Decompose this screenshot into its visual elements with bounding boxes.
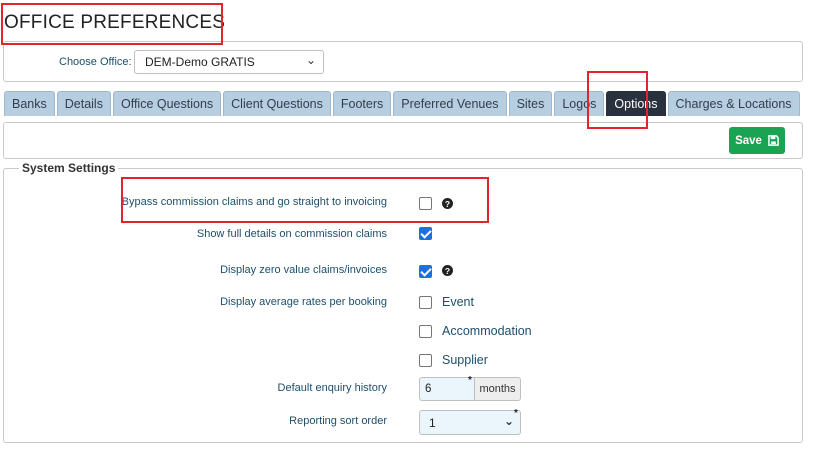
page-title: OFFICE PREFERENCES — [4, 12, 226, 33]
display-zero-value-label: Display zero value claims/invoices — [220, 264, 387, 276]
sort-order-select[interactable]: 1 ⌄ — [419, 410, 521, 435]
tab-options[interactable]: Options — [606, 91, 666, 116]
tab-details[interactable]: Details — [56, 91, 111, 116]
display-average-rates-label: Display average rates per booking — [220, 296, 387, 308]
chevron-down-icon: ⌄ — [305, 53, 316, 67]
show-full-details-label: Show full details on commission claims — [196, 228, 387, 240]
required-marker: * — [468, 375, 472, 386]
save-button-label: Save — [735, 134, 762, 147]
office-select-value: DEM-Demo GRATIS — [145, 55, 255, 69]
tab-preferred-venues[interactable]: Preferred Venues — [393, 91, 507, 116]
tab-footers[interactable]: Footers — [332, 91, 392, 116]
system-settings-legend: System Settings — [19, 161, 119, 175]
toolbar-panel: Save — [3, 122, 803, 159]
accommodation-checkbox[interactable] — [419, 325, 432, 338]
supplier-checkbox[interactable] — [419, 354, 432, 367]
office-select[interactable]: DEM-Demo GRATIS ⌄ — [134, 50, 324, 74]
tab-bar: Banks Details Office Questions Client Qu… — [4, 91, 800, 116]
office-panel: Choose Office: DEM-Demo GRATIS ⌄ — [3, 41, 803, 82]
default-enquiry-history-label: Default enquiry history — [277, 382, 387, 394]
accommodation-option-label: Accommodation — [442, 324, 532, 338]
system-settings-fieldset: System Settings Bypass commission claims… — [3, 161, 803, 443]
display-zero-value-checkbox[interactable] — [419, 265, 432, 278]
tab-charges-locations[interactable]: Charges & Locations — [667, 91, 800, 116]
enquiry-history-input[interactable]: 6 — [419, 377, 475, 401]
tab-sites[interactable]: Sites — [508, 91, 553, 116]
tab-logos[interactable]: Logos — [554, 91, 605, 116]
supplier-option-label: Supplier — [442, 353, 488, 367]
reporting-sort-order-label: Reporting sort order — [289, 415, 387, 427]
help-icon[interactable]: ? — [442, 265, 453, 276]
bypass-commission-label: Bypass commission claims and go straight… — [121, 196, 387, 208]
bypass-commission-checkbox[interactable] — [419, 197, 432, 210]
show-full-details-checkbox[interactable] — [419, 227, 432, 240]
tab-banks[interactable]: Banks — [4, 91, 55, 116]
floppy-disk-icon — [768, 135, 779, 146]
event-option-label: Event — [442, 295, 474, 309]
sort-order-value: 1 — [429, 416, 436, 430]
save-button[interactable]: Save — [729, 127, 785, 154]
required-marker: * — [514, 408, 518, 419]
months-addon: months — [475, 377, 521, 401]
chevron-down-icon: ⌄ — [503, 414, 514, 428]
event-checkbox[interactable] — [419, 296, 432, 309]
tab-client-questions[interactable]: Client Questions — [223, 91, 331, 116]
help-icon[interactable]: ? — [442, 198, 453, 209]
tab-office-questions[interactable]: Office Questions — [112, 91, 222, 116]
choose-office-label: Choose Office: — [59, 56, 132, 68]
